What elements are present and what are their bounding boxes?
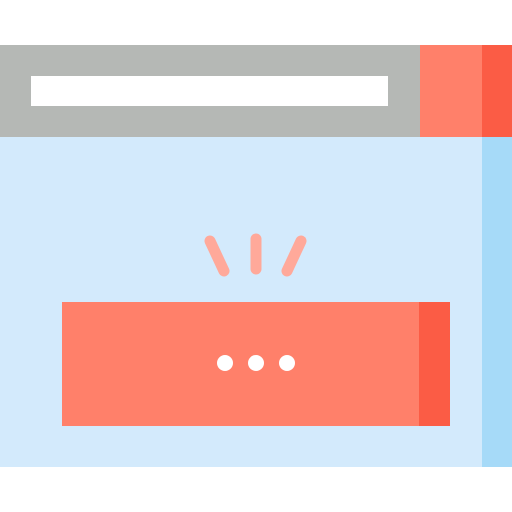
ellipsis-dot	[248, 355, 264, 371]
title-bar	[0, 45, 420, 137]
ellipsis-dot	[217, 355, 233, 371]
close-tab-button[interactable]	[420, 45, 482, 137]
sparkle-right	[281, 235, 307, 277]
ellipsis-icon[interactable]	[210, 350, 302, 376]
close-tab-button-shade	[482, 45, 512, 137]
ellipsis-dot	[279, 355, 295, 371]
scrollbar-strip[interactable]	[482, 137, 512, 467]
address-bar[interactable]	[31, 76, 388, 106]
notification-bar-shade	[419, 302, 450, 426]
alert-sparkle-icon	[204, 233, 307, 277]
sparkle-left	[204, 235, 230, 277]
